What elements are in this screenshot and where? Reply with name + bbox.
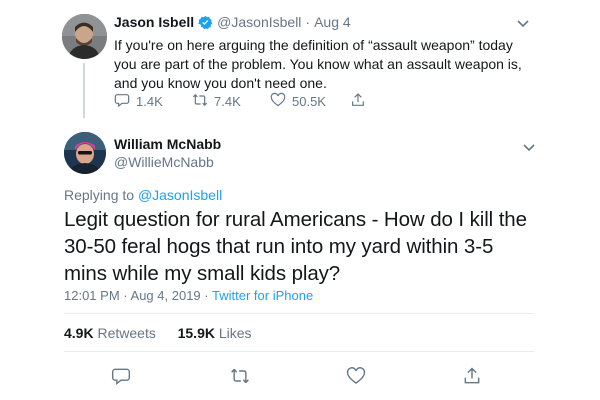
reply-count: 1.4K: [136, 93, 163, 109]
parent-tweet-header: Jason Isbell @JasonIsbell · Aug 4: [114, 12, 351, 32]
tweet-source-link[interactable]: Twitter for iPhone: [212, 288, 313, 303]
share-button[interactable]: [350, 91, 366, 111]
retweet-count: 7.4K: [214, 93, 241, 109]
parent-handle[interactable]: @JasonIsbell: [217, 14, 301, 30]
parent-tweet-text: If you're on here arguing the definition…: [114, 37, 522, 91]
like-button[interactable]: 50.5K: [270, 91, 326, 111]
tweet-time[interactable]: 12:01 PM: [64, 288, 120, 303]
parent-display-name[interactable]: Jason Isbell: [114, 14, 194, 30]
thread-connector-line: [83, 63, 85, 118]
retweet-icon: [192, 92, 208, 111]
retweets-stat[interactable]: 4.9K Retweets: [64, 325, 156, 341]
share-icon[interactable]: [462, 366, 482, 386]
replying-to: Replying to @JasonIsbell: [64, 187, 222, 203]
tweet-meta: 12:01 PM · Aug 4, 2019 · Twitter for iPh…: [64, 288, 313, 303]
replying-to-link[interactable]: @JasonIsbell: [138, 187, 222, 203]
parent-date[interactable]: Aug 4: [314, 14, 351, 30]
reply-icon: [114, 92, 130, 111]
avatar[interactable]: [64, 132, 106, 174]
like-icon: [270, 92, 286, 111]
replying-prefix: Replying to: [64, 187, 135, 203]
like-count: 50.5K: [292, 93, 326, 109]
likes-stat[interactable]: 15.9K Likes: [178, 325, 252, 341]
retweet-icon[interactable]: [230, 366, 250, 386]
separator-dot: ·: [123, 288, 128, 303]
verified-badge-icon: [198, 15, 213, 30]
likes-label: Likes: [218, 325, 252, 341]
retweet-button[interactable]: 7.4K: [192, 91, 241, 111]
engagement-stats: 4.9K Retweets 15.9K Likes: [64, 325, 252, 341]
tweet-date[interactable]: Aug 4, 2019: [131, 288, 201, 303]
separator-dot: ·: [204, 288, 209, 303]
chevron-down-icon[interactable]: [522, 140, 536, 152]
main-display-name[interactable]: William McNabb: [114, 136, 221, 152]
share-icon: [350, 92, 366, 111]
divider: [64, 313, 534, 314]
retweets-label: Retweets: [97, 325, 156, 341]
parent-action-bar: 1.4K 7.4K 50.5K: [114, 91, 374, 111]
like-icon[interactable]: [346, 366, 366, 386]
divider: [64, 351, 534, 352]
main-action-bar: [64, 366, 534, 388]
chevron-down-icon[interactable]: [516, 16, 530, 28]
tweet-thread: Jason Isbell @JasonIsbell · Aug 4 If you…: [0, 0, 600, 400]
retweets-count: 4.9K: [64, 325, 94, 341]
reply-icon[interactable]: [111, 366, 131, 386]
avatar[interactable]: [62, 14, 107, 59]
likes-count: 15.9K: [177, 325, 215, 341]
reply-button[interactable]: 1.4K: [114, 91, 163, 111]
main-tweet-text: Legit question for rural Americans - How…: [64, 208, 527, 285]
separator-dot: ·: [305, 14, 311, 30]
main-handle[interactable]: @WillieMcNabb: [114, 154, 214, 170]
